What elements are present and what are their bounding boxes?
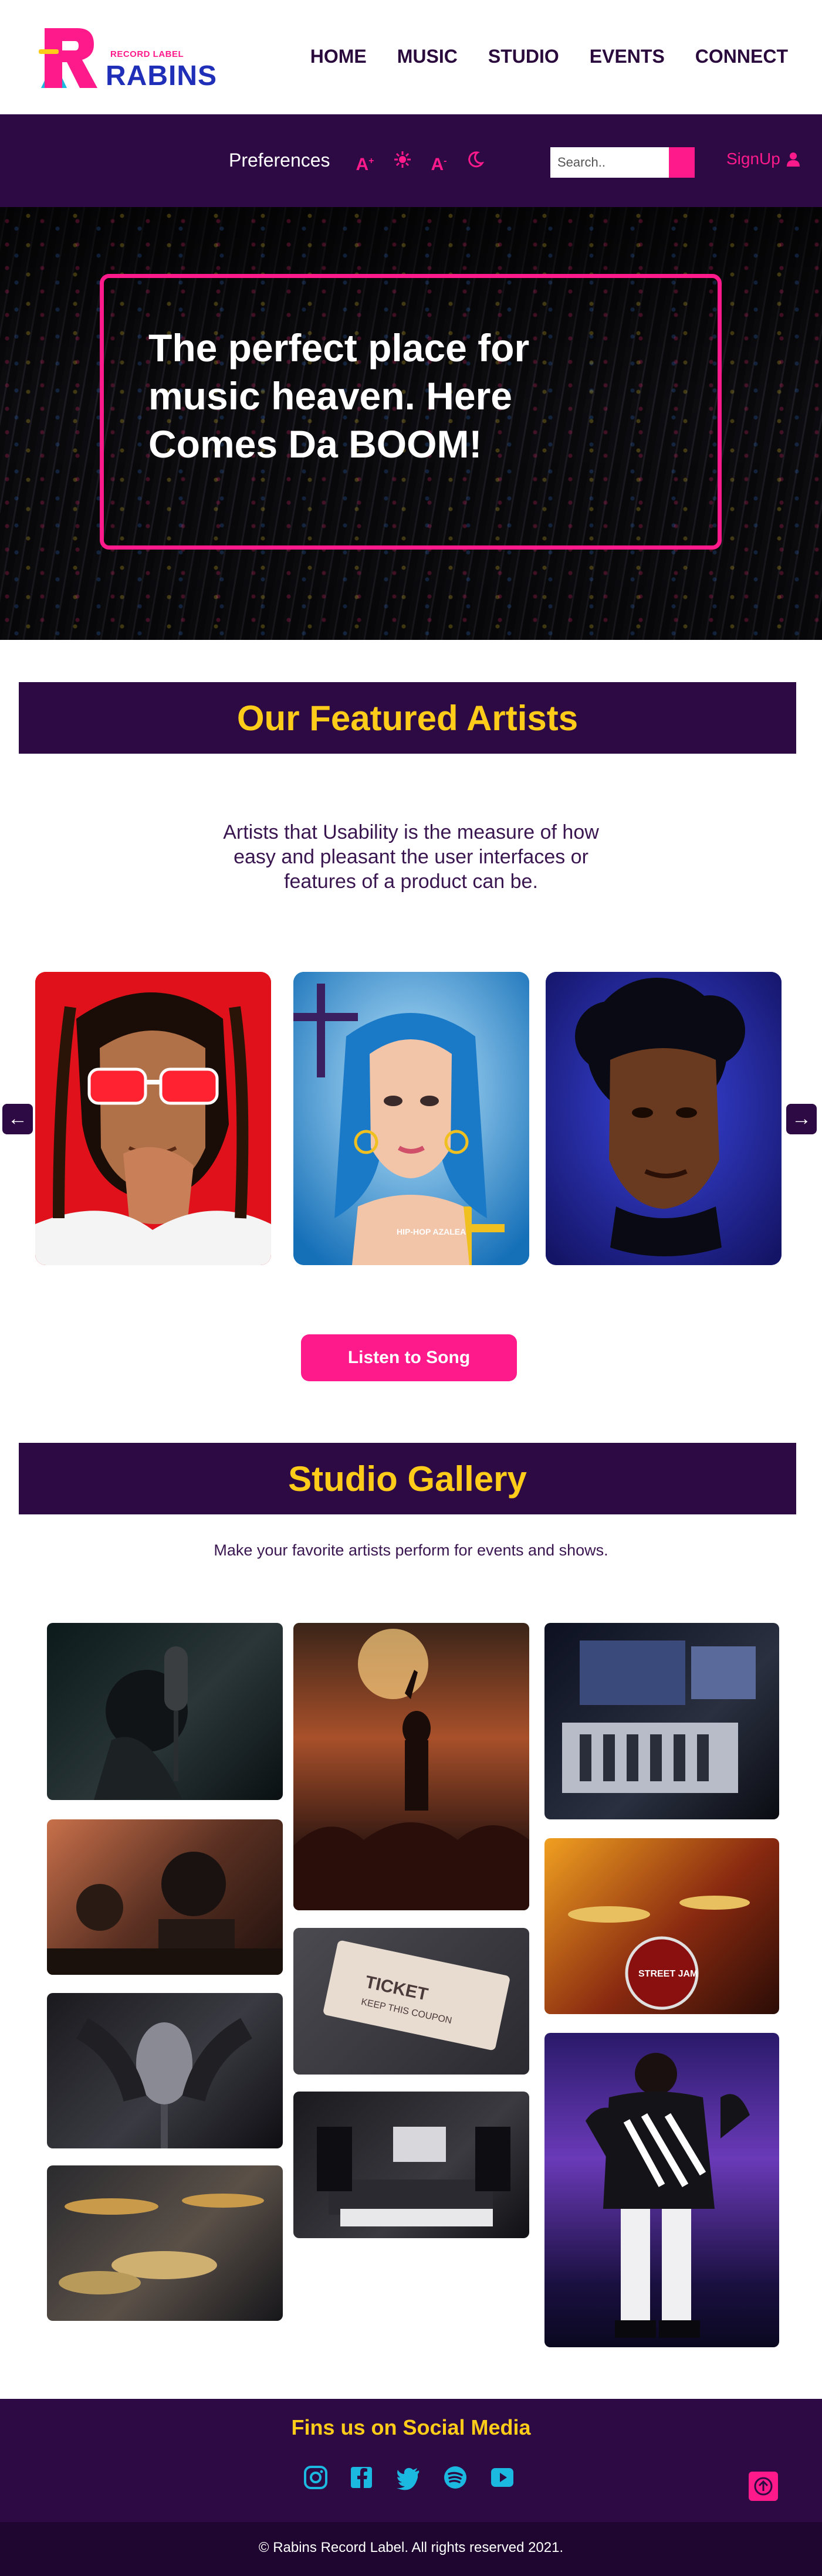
copyright-text: © Rabins Record Label. All rights reserv… [258, 2540, 564, 2555]
drums-illustration [59, 2194, 264, 2294]
studio-gallery-description: Make your favorite artists perform for e… [214, 1541, 608, 1559]
listen-to-song-button[interactable]: Listen to Song [301, 1334, 517, 1381]
logo-wordmark: RABINS [106, 60, 218, 91]
rapper-illustration [586, 2053, 750, 2338]
search-button[interactable] [669, 147, 695, 178]
footer: Fins us on Social Media [0, 2399, 822, 2522]
preferences-label: Preferences [229, 150, 330, 171]
dark-mode-icon[interactable] [465, 151, 486, 172]
hero-headline: The perfect place for music heaven. Here… [148, 326, 530, 466]
concert-illustration [293, 1629, 529, 1910]
featured-artists-description: Artists that Usability is the measure of… [223, 821, 599, 893]
studio-mic-illustration [76, 2018, 253, 2148]
brand-logo[interactable]: RECORD LABEL RABINS [36, 23, 217, 97]
gallery-photo-drummer-stage[interactable]: STREET JAM [544, 1838, 779, 2014]
artist-card[interactable] [35, 972, 271, 1265]
nav-studio[interactable]: STUDIO [488, 46, 559, 67]
gallery-photo-dj-booth[interactable] [47, 1819, 283, 1975]
top-navigation: RECORD LABEL RABINS HOME MUSIC STUDIO EV… [0, 0, 822, 114]
hero-banner: The perfect place for music heaven. Here… [0, 207, 822, 640]
nav-events[interactable]: EVENTS [590, 46, 665, 67]
gallery-photo-recording-desk[interactable] [293, 2092, 529, 2238]
preferences-bar: Preferences A+ A- SignUp [0, 114, 822, 207]
instagram-icon[interactable] [303, 2465, 329, 2490]
drum-stage-illustration: STREET JAM [568, 1896, 750, 2010]
gallery-photo-concert-performer[interactable] [293, 1623, 529, 1910]
gallery-photo-studio-microphone[interactable] [47, 1993, 283, 2148]
carousel-next-button[interactable]: → [786, 1104, 817, 1134]
logo-tagline: RECORD LABEL [110, 49, 184, 59]
drum-head-text: STREET JAM [638, 1969, 698, 1979]
youtube-icon[interactable] [489, 2465, 515, 2490]
artist-card-caption: HIP-HOP AZALEA [397, 1227, 466, 1236]
recording-desk-illustration [317, 2127, 510, 2226]
artist-portrait-illustration [35, 972, 271, 1265]
studio-gallery-header: Studio Gallery [19, 1443, 796, 1514]
gallery-photo-rapper-performing[interactable] [544, 2033, 779, 2347]
mixing-console-illustration [562, 1640, 756, 1793]
main-nav: HOME MUSIC STUDIO EVENTS CONNECT [280, 46, 788, 67]
gallery-photo-tickets[interactable]: TICKET KEEP THIS COUPON [293, 1928, 529, 2075]
artist-card[interactable] [546, 972, 782, 1265]
artist-portrait-illustration: HIP-HOP AZALEA [293, 972, 529, 1265]
font-increase-icon[interactable]: A+ [354, 151, 376, 174]
font-decrease-icon[interactable]: A- [428, 151, 449, 174]
tickets-illustration: TICKET KEEP THIS COUPON [323, 1940, 510, 2050]
copyright-bar: © Rabins Record Label. All rights reserv… [0, 2522, 822, 2576]
arrow-up-icon [754, 2477, 773, 2496]
artist-card[interactable]: HIP-HOP AZALEA [293, 972, 529, 1265]
featured-artists-header: Our Featured Artists [19, 682, 796, 754]
nav-music[interactable]: MUSIC [397, 46, 458, 67]
studio-gallery-title: Studio Gallery [288, 1459, 527, 1499]
microphone-illustration [94, 1646, 188, 1800]
contrast-icon[interactable] [392, 151, 413, 172]
spotify-icon[interactable] [442, 2465, 468, 2490]
signup-label: SignUp [726, 150, 780, 168]
hero-frame: The perfect place for music heaven. Here… [100, 274, 722, 550]
search-input[interactable] [550, 147, 669, 178]
gallery-photo-mixing-console[interactable] [544, 1623, 779, 1819]
gallery-photo-drum-kit[interactable] [47, 2165, 283, 2321]
twitter-icon[interactable] [395, 2465, 421, 2490]
scroll-to-top-button[interactable] [749, 2472, 778, 2501]
carousel-prev-button[interactable]: ← [2, 1104, 33, 1134]
featured-artists-title: Our Featured Artists [236, 698, 579, 738]
facebook-icon[interactable] [349, 2465, 374, 2490]
footer-title: Fins us on Social Media [291, 2415, 531, 2439]
nav-home[interactable]: HOME [310, 46, 367, 67]
artist-portrait-illustration [546, 972, 782, 1265]
signup-link[interactable]: SignUp [726, 150, 801, 168]
user-icon [786, 152, 800, 167]
nav-connect[interactable]: CONNECT [695, 46, 788, 67]
logo-mark-icon [39, 28, 97, 88]
gallery-photo-singer-at-mic[interactable] [47, 1623, 283, 1800]
dj-illustration [47, 1852, 283, 1975]
